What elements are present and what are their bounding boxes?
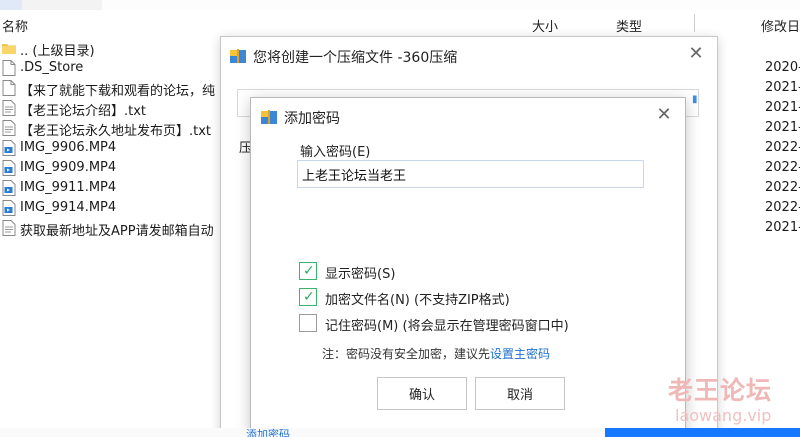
text-file-icon bbox=[2, 100, 16, 116]
file-date: 2022- bbox=[765, 180, 800, 195]
file-name: 获取最新地址及APP请发邮箱自动 bbox=[20, 224, 214, 239]
file-name: IMG_9914.MP4 bbox=[20, 200, 117, 215]
file-date: 2021- bbox=[765, 120, 800, 135]
folder-icon bbox=[2, 44, 16, 54]
file-date: 2021- bbox=[765, 80, 800, 95]
file-date: 2022- bbox=[765, 200, 800, 215]
column-header-name[interactable]: 名称 bbox=[2, 16, 28, 35]
set-master-password-link[interactable]: 设置主密码 bbox=[490, 347, 550, 361]
dialog-title: 您将创建一个压缩文件 -360压缩 bbox=[253, 50, 458, 66]
column-header-type[interactable]: 类型 bbox=[616, 16, 642, 35]
confirm-button[interactable]: 确认 bbox=[377, 377, 467, 410]
file-date: 2022- bbox=[765, 160, 800, 175]
checkbox-box[interactable]: ✓ bbox=[299, 262, 317, 280]
column-separator[interactable] bbox=[694, 14, 695, 32]
toolbar-blank-area bbox=[102, 0, 800, 10]
file-date: 2021- bbox=[765, 100, 800, 115]
check-icon: ✓ bbox=[303, 263, 315, 279]
cancel-button[interactable]: 取消 bbox=[475, 377, 565, 410]
column-header-size[interactable]: 大小 bbox=[532, 16, 558, 35]
field-scroll-indicator: ▮ bbox=[692, 94, 698, 105]
file-name: 【老王论坛永久地址发布页】.txt bbox=[20, 124, 212, 139]
add-password-link[interactable]: 添加密码 bbox=[246, 426, 290, 437]
watermark-title: 老王论坛 bbox=[668, 376, 773, 405]
file-name: IMG_9906.MP4 bbox=[20, 140, 117, 155]
file-date: 2021- bbox=[765, 220, 800, 235]
text-file-icon bbox=[2, 120, 16, 136]
bottom-bar: 添加密码 bbox=[0, 428, 800, 437]
file-name: IMG_9909.MP4 bbox=[20, 160, 117, 175]
archive-app-icon bbox=[230, 49, 246, 63]
add-password-dialog: 添加密码 ✕ 输入密码(E) ✓ 显示密码(S) ✓ 加密文件名(N) (不支持… bbox=[250, 97, 686, 437]
checkbox-label: 加密文件名(N) (不支持ZIP格式) bbox=[325, 293, 510, 308]
close-icon[interactable]: ✕ bbox=[653, 104, 675, 126]
video-file-icon bbox=[2, 160, 16, 176]
file-name: .. (上级目录) bbox=[20, 44, 95, 59]
file-name: IMG_9911.MP4 bbox=[20, 180, 117, 195]
note-text: 注：密码没有安全加密，建议先 bbox=[322, 347, 491, 361]
checkbox-box[interactable]: ✓ bbox=[299, 288, 317, 306]
check-icon: ✓ bbox=[303, 289, 315, 305]
password-label: 输入密码(E) bbox=[300, 145, 371, 160]
toolbar-selected-area bbox=[0, 0, 22, 10]
watermark-url: laowang.vip bbox=[675, 406, 772, 425]
file-date: 2020- bbox=[765, 60, 800, 75]
text-file-icon bbox=[2, 220, 16, 236]
file-name: .DS_Store bbox=[20, 60, 84, 75]
checkbox-label: 记住密码(M) (将会显示在管理密码窗口中) bbox=[325, 319, 569, 334]
primary-action-button[interactable] bbox=[605, 428, 800, 437]
file-icon bbox=[2, 80, 16, 96]
security-note: 注：密码没有安全加密，建议先设置主密码 bbox=[322, 345, 550, 362]
checkbox-box[interactable] bbox=[299, 314, 317, 332]
file-date: 2022- bbox=[765, 140, 800, 155]
file-list-header: 名称 大小 类型 修改日 bbox=[0, 14, 800, 36]
dialog-title: 添加密码 bbox=[284, 111, 340, 127]
close-icon[interactable]: ✕ bbox=[685, 43, 707, 65]
archive-app-icon bbox=[261, 110, 277, 124]
checkbox-label: 显示密码(S) bbox=[325, 267, 396, 282]
dialog-title-bar[interactable]: 添加密码 bbox=[251, 98, 685, 134]
video-file-icon bbox=[2, 140, 16, 156]
file-name: 【来了就能下载和观看的论坛，纯 bbox=[20, 84, 216, 99]
password-input[interactable] bbox=[297, 160, 644, 188]
column-header-modified[interactable]: 修改日 bbox=[761, 16, 800, 35]
file-name: 【老王论坛介绍】.txt bbox=[20, 104, 147, 119]
video-file-icon bbox=[2, 180, 16, 196]
toolbar-strip bbox=[0, 0, 800, 10]
file-icon bbox=[2, 60, 16, 76]
video-file-icon bbox=[2, 200, 16, 216]
dialog-title-bar[interactable]: 您将创建一个压缩文件 -360压缩 bbox=[221, 37, 717, 75]
